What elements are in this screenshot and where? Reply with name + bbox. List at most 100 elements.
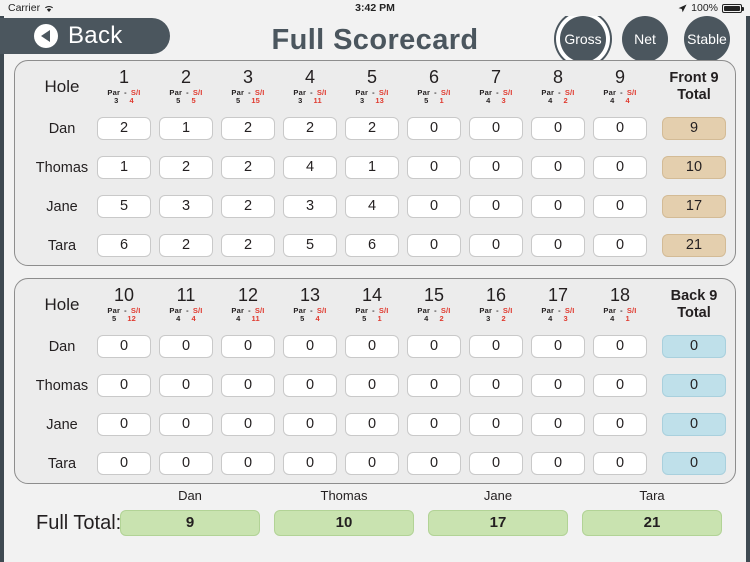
score-value[interactable]: 2 [345,117,399,140]
score-cell[interactable]: 0 [527,405,589,444]
score-cell[interactable]: 4 [279,148,341,187]
score-value[interactable]: 0 [593,234,647,257]
score-value[interactable]: 0 [283,374,337,397]
score-value[interactable]: 2 [159,156,213,179]
score-cell[interactable]: 0 [341,444,403,483]
score-value[interactable]: 0 [531,156,585,179]
score-cell[interactable]: 0 [279,327,341,366]
score-value[interactable]: 0 [407,335,461,358]
score-cell[interactable]: 1 [155,109,217,148]
score-value[interactable]: 0 [407,117,461,140]
score-value[interactable]: 0 [531,117,585,140]
score-cell[interactable]: 0 [403,444,465,483]
score-value[interactable]: 0 [531,234,585,257]
score-value[interactable]: 0 [407,234,461,257]
score-value[interactable]: 0 [531,374,585,397]
score-cell[interactable]: 0 [155,444,217,483]
score-cell[interactable]: 0 [589,109,651,148]
score-cell[interactable]: 0 [527,148,589,187]
score-cell[interactable]: 0 [527,444,589,483]
score-value[interactable]: 1 [345,156,399,179]
score-cell[interactable]: 0 [403,405,465,444]
score-cell[interactable]: 6 [341,226,403,265]
score-cell[interactable]: 0 [589,444,651,483]
score-cell[interactable]: 0 [527,109,589,148]
score-value[interactable]: 0 [283,413,337,436]
score-value[interactable]: 5 [97,195,151,218]
score-cell[interactable]: 0 [279,366,341,405]
score-value[interactable]: 0 [469,452,523,475]
score-cell[interactable]: 0 [527,366,589,405]
score-value[interactable]: 0 [469,413,523,436]
score-cell[interactable]: 0 [155,366,217,405]
score-cell[interactable]: 0 [465,109,527,148]
score-value[interactable]: 0 [159,335,213,358]
score-value[interactable]: 0 [283,452,337,475]
score-cell[interactable]: 2 [279,109,341,148]
score-cell[interactable]: 2 [217,109,279,148]
score-cell[interactable]: 0 [341,327,403,366]
score-value[interactable]: 0 [345,374,399,397]
score-cell[interactable]: 0 [527,226,589,265]
score-value[interactable]: 3 [283,195,337,218]
score-cell[interactable]: 2 [93,109,155,148]
score-cell[interactable]: 2 [217,187,279,226]
score-value[interactable]: 0 [159,374,213,397]
score-cell[interactable]: 0 [403,148,465,187]
score-cell[interactable]: 0 [465,187,527,226]
score-value[interactable]: 0 [469,156,523,179]
score-value[interactable]: 0 [407,156,461,179]
score-cell[interactable]: 2 [155,148,217,187]
score-value[interactable]: 0 [531,335,585,358]
score-value[interactable]: 0 [345,335,399,358]
score-cell[interactable]: 0 [279,405,341,444]
score-cell[interactable]: 0 [341,405,403,444]
score-cell[interactable]: 0 [589,327,651,366]
score-value[interactable]: 2 [221,156,275,179]
score-cell[interactable]: 0 [589,148,651,187]
score-cell[interactable]: 0 [465,148,527,187]
score-value[interactable]: 0 [221,413,275,436]
score-value[interactable]: 0 [469,195,523,218]
score-cell[interactable]: 0 [217,405,279,444]
score-cell[interactable]: 0 [93,366,155,405]
score-value[interactable]: 0 [159,452,213,475]
score-value[interactable]: 0 [407,452,461,475]
score-cell[interactable]: 2 [341,109,403,148]
score-value[interactable]: 0 [469,117,523,140]
score-cell[interactable]: 0 [465,327,527,366]
score-value[interactable]: 0 [407,374,461,397]
score-cell[interactable]: 0 [589,187,651,226]
score-cell[interactable]: 0 [403,327,465,366]
score-value[interactable]: 1 [97,156,151,179]
score-value[interactable]: 0 [593,452,647,475]
score-value[interactable]: 2 [221,117,275,140]
score-cell[interactable]: 4 [341,187,403,226]
score-value[interactable]: 0 [593,117,647,140]
score-cell[interactable]: 0 [465,226,527,265]
score-cell[interactable]: 0 [217,366,279,405]
score-cell[interactable]: 0 [465,405,527,444]
score-value[interactable]: 0 [159,413,213,436]
score-value[interactable]: 0 [407,413,461,436]
score-cell[interactable]: 5 [279,226,341,265]
score-value[interactable]: 0 [469,374,523,397]
score-cell[interactable]: 0 [155,327,217,366]
score-cell[interactable]: 1 [341,148,403,187]
score-cell[interactable]: 0 [279,444,341,483]
score-value[interactable]: 0 [593,374,647,397]
score-value[interactable]: 2 [221,234,275,257]
score-value[interactable]: 0 [97,335,151,358]
score-value[interactable]: 0 [469,234,523,257]
score-value[interactable]: 0 [531,195,585,218]
score-cell[interactable]: 0 [403,109,465,148]
score-cell[interactable]: 0 [403,187,465,226]
score-cell[interactable]: 1 [93,148,155,187]
score-value[interactable]: 4 [283,156,337,179]
score-value[interactable]: 0 [593,335,647,358]
mode-button-stable[interactable]: Stable [684,16,730,62]
score-cell[interactable]: 5 [93,187,155,226]
score-value[interactable]: 6 [345,234,399,257]
score-value[interactable]: 0 [97,452,151,475]
score-value[interactable]: 0 [469,335,523,358]
